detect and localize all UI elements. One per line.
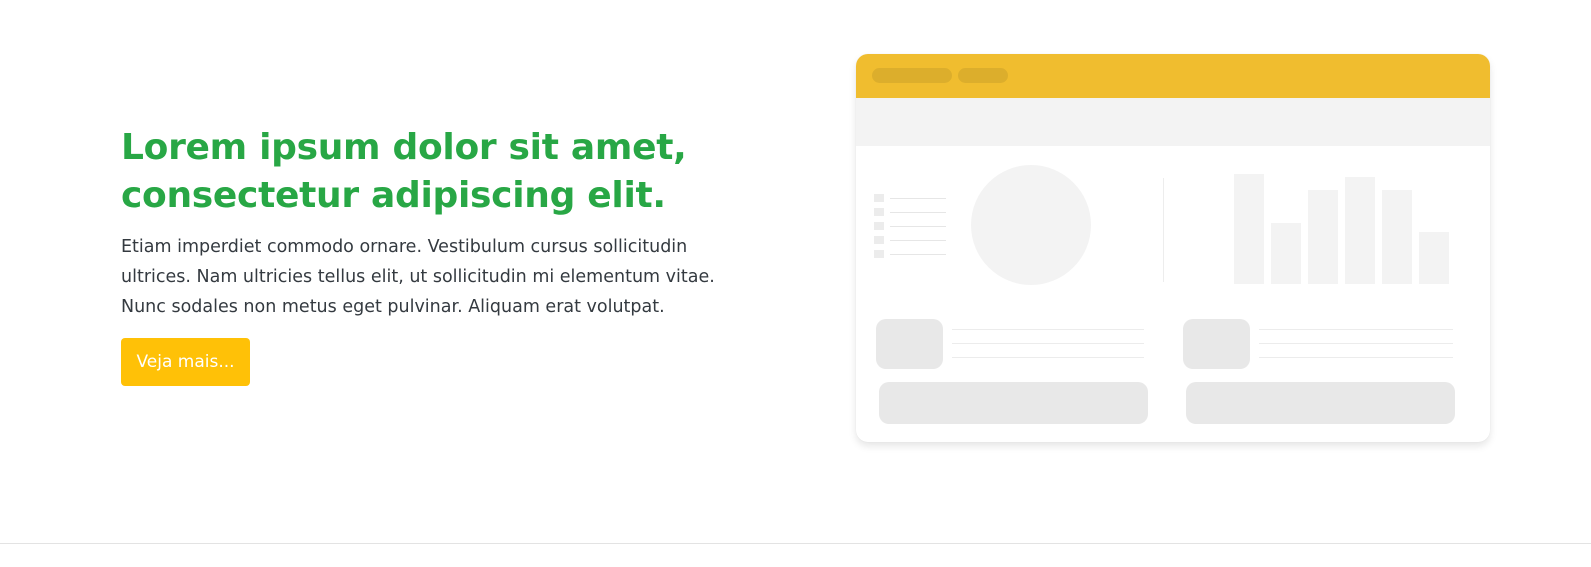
hero-text-block: Lorem ipsum dolor sit amet, consectetur … [121,124,781,322]
illustration-bar [1234,174,1264,284]
illustration-list-item [874,208,948,216]
illustration-titlebar [856,54,1490,98]
dashboard-illustration [856,54,1490,442]
hero-description: Etiam imperdiet commodo ornare. Vestibul… [121,237,715,317]
illustration-bar [1271,223,1301,284]
illustration-card-icon [1183,319,1250,369]
illustration-card-button [879,382,1148,424]
illustration-card-button [1186,382,1455,424]
illustration-card-line [952,343,1144,344]
hero-title: Lorem ipsum dolor sit amet, consectetur … [121,127,687,216]
illustration-list-item [874,222,948,230]
illustration-list-item [874,250,948,258]
illustration-bar [1308,190,1338,284]
illustration-toolbar [856,98,1490,146]
illustration-card-line [952,329,1144,330]
illustration-bar [1419,232,1449,284]
illustration-tab-pill [872,68,952,83]
illustration-card-line [1259,357,1453,358]
hero-section: Lorem ipsum dolor sit amet, consectetur … [0,0,1591,567]
section-divider [0,543,1591,544]
illustration-card-line [1259,329,1453,330]
illustration-tab-pill [958,68,1008,83]
illustration-card-line [952,357,1144,358]
illustration-bar [1345,177,1375,284]
see-more-button[interactable]: Veja mais... [121,338,250,386]
illustration-pie-placeholder [971,165,1091,285]
illustration-card-line [1259,343,1453,344]
illustration-divider [1163,178,1164,282]
illustration-bar [1382,190,1412,284]
illustration-list-item [874,194,948,202]
illustration-card-icon [876,319,943,369]
illustration-list-item [874,236,948,244]
